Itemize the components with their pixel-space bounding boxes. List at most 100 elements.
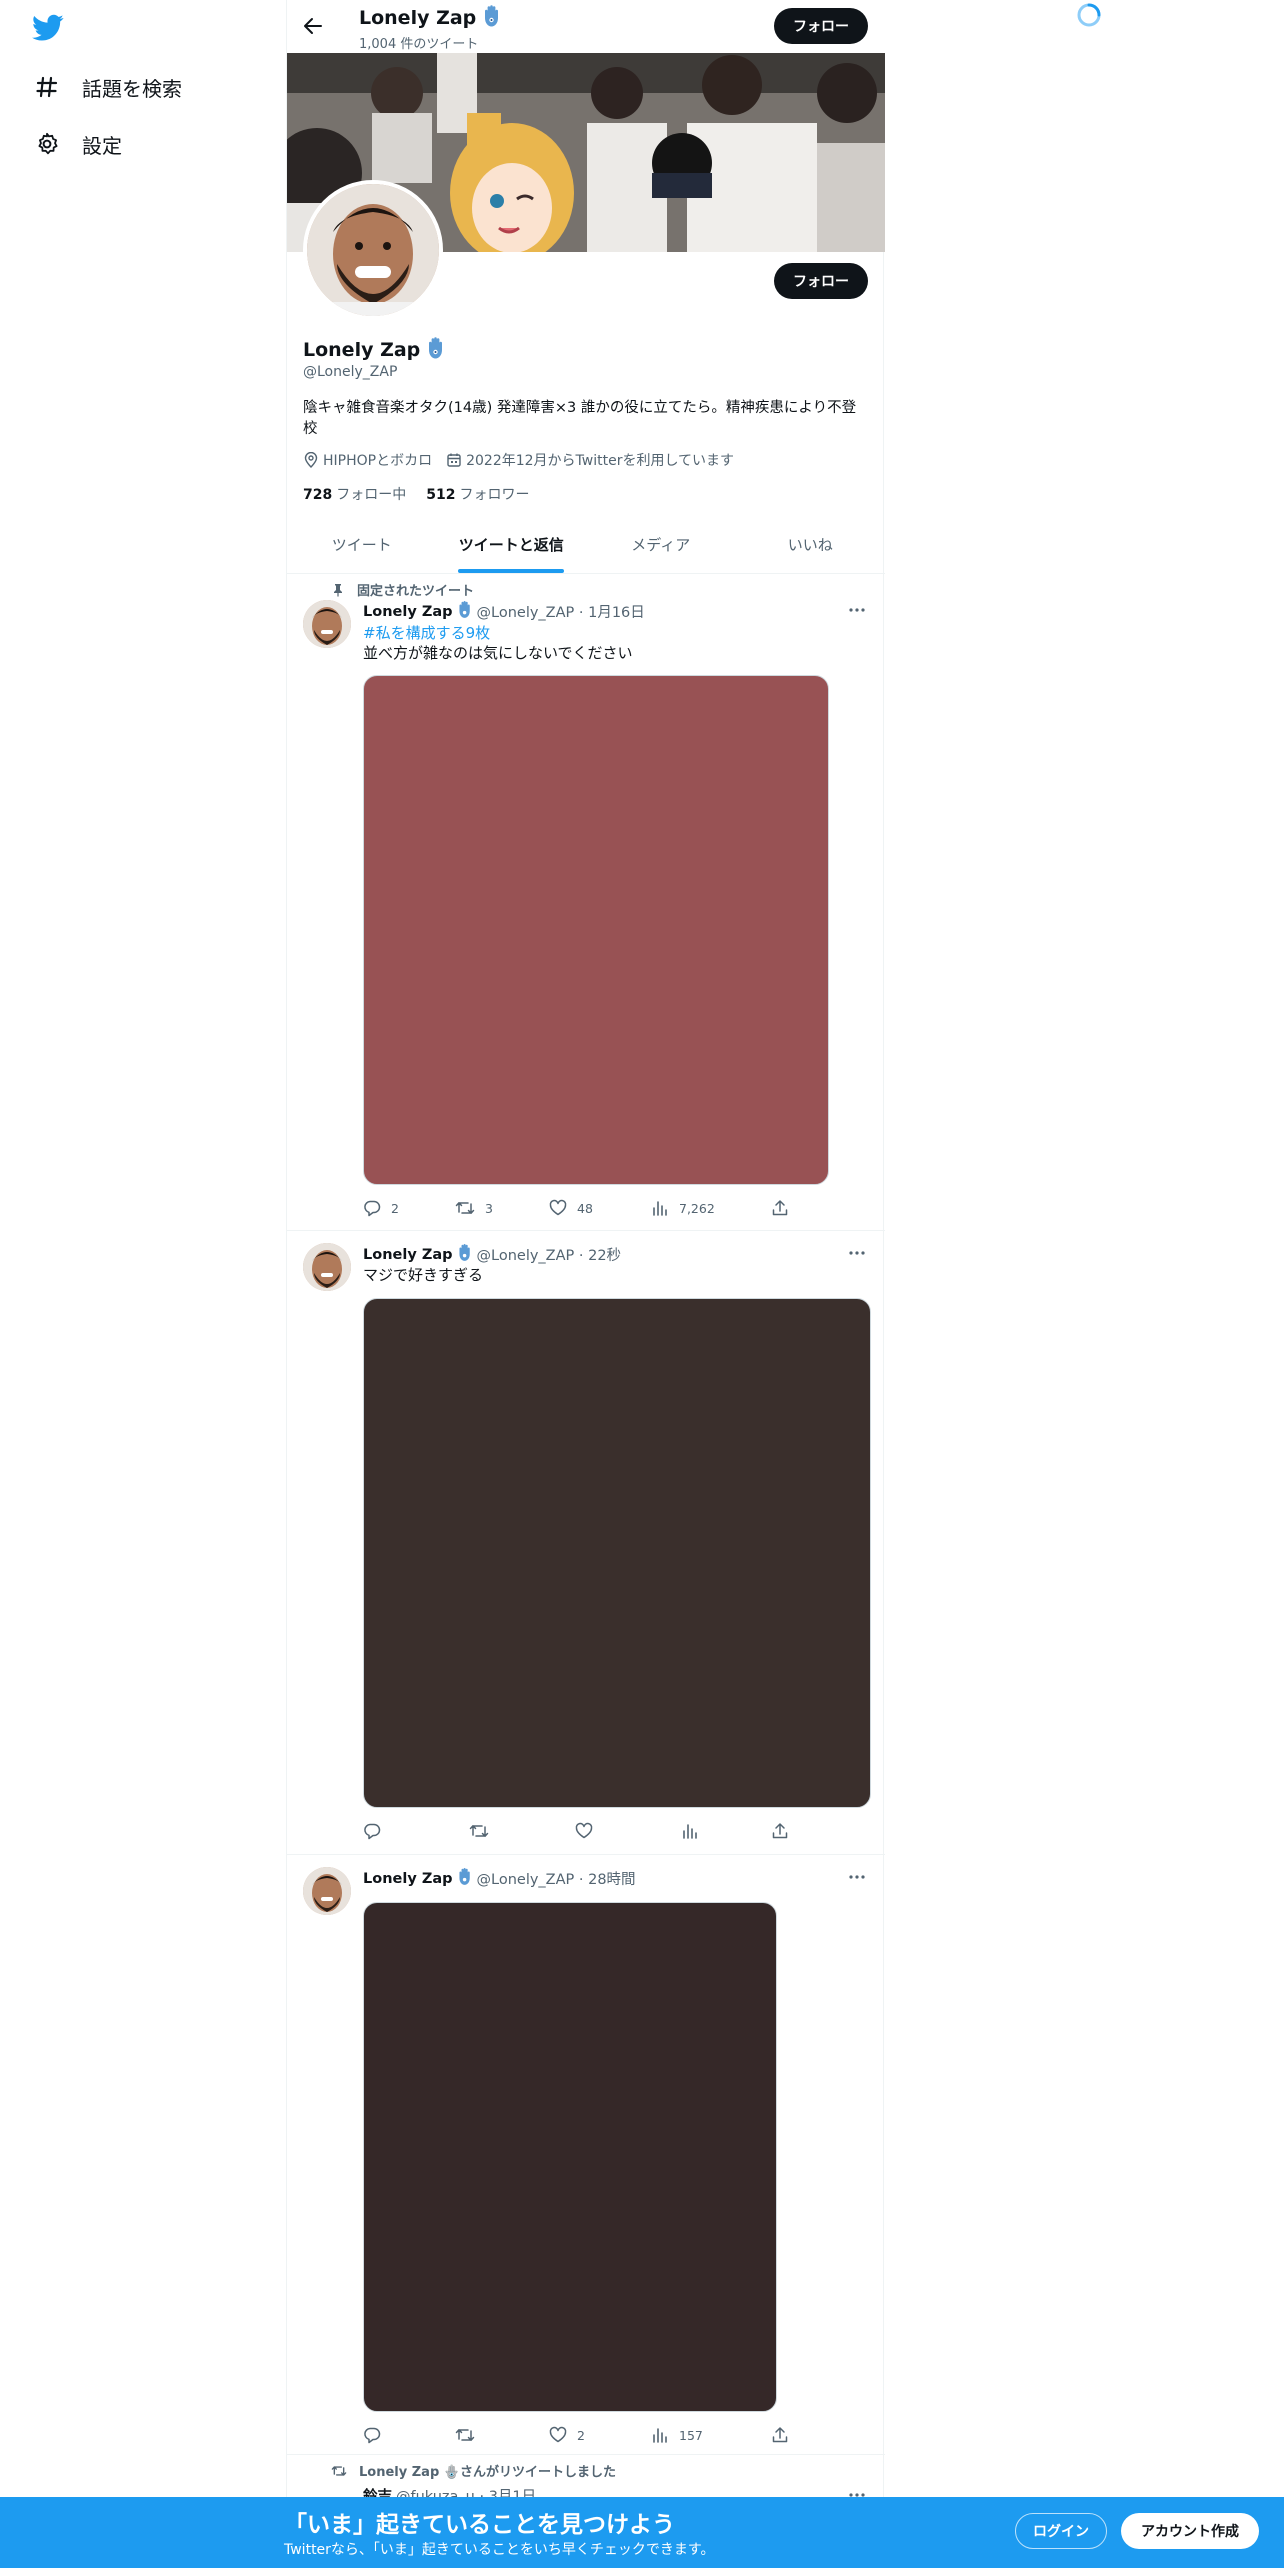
tweet-hashtag[interactable]: #私を構成する9枚 — [363, 622, 490, 643]
profile-handle: @Lonely_ZAP — [303, 364, 398, 380]
views-chart-icon — [683, 1824, 697, 1839]
retweet-icon — [331, 2465, 347, 2476]
retweet-button[interactable] — [455, 2426, 475, 2444]
like-count: 2 — [577, 2427, 585, 2443]
profile-follow-button[interactable]: フォロー — [774, 263, 868, 299]
tweet-avatar[interactable] — [303, 600, 351, 648]
heart-icon — [575, 1822, 593, 1839]
tweet-handle-time[interactable]: @Lonely_ZAP · 28時間 — [477, 1868, 636, 1889]
reply-icon — [364, 1200, 381, 1217]
follow-stats: 728 フォロー中 512 フォロワー — [303, 484, 549, 504]
reply-icon — [364, 1823, 381, 1840]
profile-joined: 2022年12月からTwitterを利用しています — [446, 450, 734, 470]
signup-prompt-title: 「いま」起きていることを見つけよう — [284, 2512, 675, 2538]
reply-button[interactable] — [363, 1822, 381, 1840]
tweet-handle-time[interactable]: @Lonely_ZAP · 1月16日 — [477, 601, 645, 622]
heart-icon — [549, 2426, 567, 2443]
login-button[interactable]: ログイン — [1015, 2513, 1107, 2549]
like-count: 48 — [577, 1200, 593, 1216]
tweet-author-name[interactable]: Lonely Zap — [363, 1247, 453, 1263]
reply-button[interactable] — [363, 2426, 381, 2444]
tweet[interactable]: Lonely Zap @Lonely_ZAP · 22秒 マジで好きすぎる — [287, 1231, 885, 1855]
views-count: 7,262 — [679, 1200, 715, 1216]
sidebar-item-label: 設定 — [82, 133, 122, 158]
hamsa-icon — [457, 1867, 473, 1890]
share-button[interactable] — [771, 1199, 789, 1217]
hashtag-icon — [34, 74, 60, 100]
back-arrow-icon[interactable] — [301, 14, 325, 38]
tweet-media-image[interactable] — [363, 1298, 871, 1808]
calendar-icon — [447, 453, 461, 467]
sidebar-item-settings[interactable]: 設定 — [34, 124, 122, 164]
reply-button[interactable]: 2 — [363, 1199, 399, 1217]
tweet-handle-time[interactable]: @Lonely_ZAP · 22秒 — [477, 1244, 622, 1265]
followers-link[interactable]: 512 フォロワー — [426, 484, 529, 504]
tweet-avatar[interactable] — [303, 1867, 351, 1915]
gear-icon — [34, 131, 60, 157]
following-link[interactable]: 728 フォロー中 — [303, 484, 406, 504]
header-name-text: Lonely Zap — [359, 7, 477, 29]
share-button[interactable] — [771, 2426, 789, 2444]
tab-tweets-and-replies[interactable]: ツイートと返信 — [437, 516, 587, 573]
tab-media[interactable]: メディア — [586, 516, 736, 573]
twitter-bird-icon[interactable] — [32, 14, 64, 42]
profile-location: HIPHOPとボカロ — [303, 450, 432, 470]
profile-location-text: HIPHOPとボカロ — [323, 453, 433, 469]
retweet-icon — [455, 2429, 475, 2441]
views-count: 157 — [679, 2427, 703, 2443]
profile-meta: HIPHOPとボカロ 2022年12月からTwitterを利用しています — [303, 450, 748, 470]
share-button[interactable] — [771, 1822, 789, 1840]
tweet-actions: 2 3 48 7,262 — [363, 1199, 788, 1219]
retweet-button[interactable] — [469, 1822, 489, 1840]
create-account-button[interactable]: アカウント作成 — [1121, 2513, 1259, 2549]
followers-count: 512 — [426, 487, 456, 503]
share-icon — [772, 1823, 788, 1839]
reply-count: 2 — [391, 1200, 399, 1216]
tweet-actions — [363, 1822, 788, 1842]
retweet-button[interactable]: 3 — [455, 1199, 493, 1217]
pinned-indicator: 固定されたツイート — [331, 580, 474, 599]
retweet-label: Lonely Zap 🪬さんがリツイートしました — [359, 2465, 616, 2480]
pinned-label: 固定されたツイート — [357, 584, 475, 599]
retweet-icon — [469, 1825, 489, 1837]
profile-avatar[interactable] — [303, 180, 443, 320]
tweet-author-name[interactable]: Lonely Zap — [363, 604, 453, 620]
like-button[interactable]: 2 — [549, 2426, 585, 2444]
more-options-icon[interactable] — [847, 1243, 867, 1263]
views-chart-icon — [653, 1201, 667, 1216]
tweet-avatar[interactable] — [303, 1243, 351, 1291]
share-icon — [772, 2427, 788, 2443]
signup-prompt-subtitle: Twitterなら、「いま」起きていることをいち早くチェックできます。 — [284, 2542, 715, 2558]
like-button[interactable]: 48 — [549, 1199, 593, 1217]
loading-spinner-icon — [1076, 2, 1102, 28]
tweet-media-image[interactable] — [363, 1902, 777, 2412]
tweet-author-name[interactable]: Lonely Zap — [363, 1871, 453, 1887]
more-options-icon[interactable] — [847, 1867, 867, 1887]
profile-header-bar: Lonely Zap 1,004 件のツイート フォロー — [287, 0, 885, 53]
tweet-text: マジで好きすぎる — [363, 1266, 484, 1284]
tweet-count: 1,004 件のツイート — [359, 37, 479, 52]
hamsa-icon — [482, 4, 502, 32]
tweet-media-image[interactable] — [363, 675, 829, 1185]
views-button[interactable]: 157 — [651, 2426, 703, 2444]
more-options-icon[interactable] — [847, 600, 867, 620]
views-button[interactable] — [681, 1822, 699, 1840]
retweet-count: 3 — [485, 1200, 493, 1216]
share-icon — [772, 1200, 788, 1216]
tweet-text: 並べ方が雑なのは気にしないでください — [363, 644, 633, 662]
like-button[interactable] — [575, 1822, 593, 1840]
following-count: 728 — [303, 487, 333, 503]
sidebar-item-explore[interactable]: 話題を検索 — [34, 67, 182, 107]
hamsa-icon — [457, 1243, 473, 1266]
profile-tabs: ツイート ツイートと返信 メディア いいね — [287, 516, 885, 574]
pin-icon — [334, 583, 342, 596]
views-button[interactable]: 7,262 — [651, 1199, 715, 1217]
tab-tweets[interactable]: ツイート — [287, 516, 437, 573]
tweet-header: Lonely Zap @Lonely_ZAP · 1月16日 — [363, 600, 645, 623]
header-follow-button[interactable]: フォロー — [774, 8, 868, 44]
sidebar-item-label: 話題を検索 — [82, 76, 182, 101]
hamsa-icon — [426, 336, 446, 364]
tab-likes[interactable]: いいね — [736, 516, 886, 573]
tweet[interactable]: Lonely Zap @Lonely_ZAP · 28時間 2 157 — [287, 1855, 885, 2455]
tweet-pinned[interactable]: 固定されたツイート Lonely Zap @Lonely_ZAP · 1月16日… — [287, 574, 885, 1231]
